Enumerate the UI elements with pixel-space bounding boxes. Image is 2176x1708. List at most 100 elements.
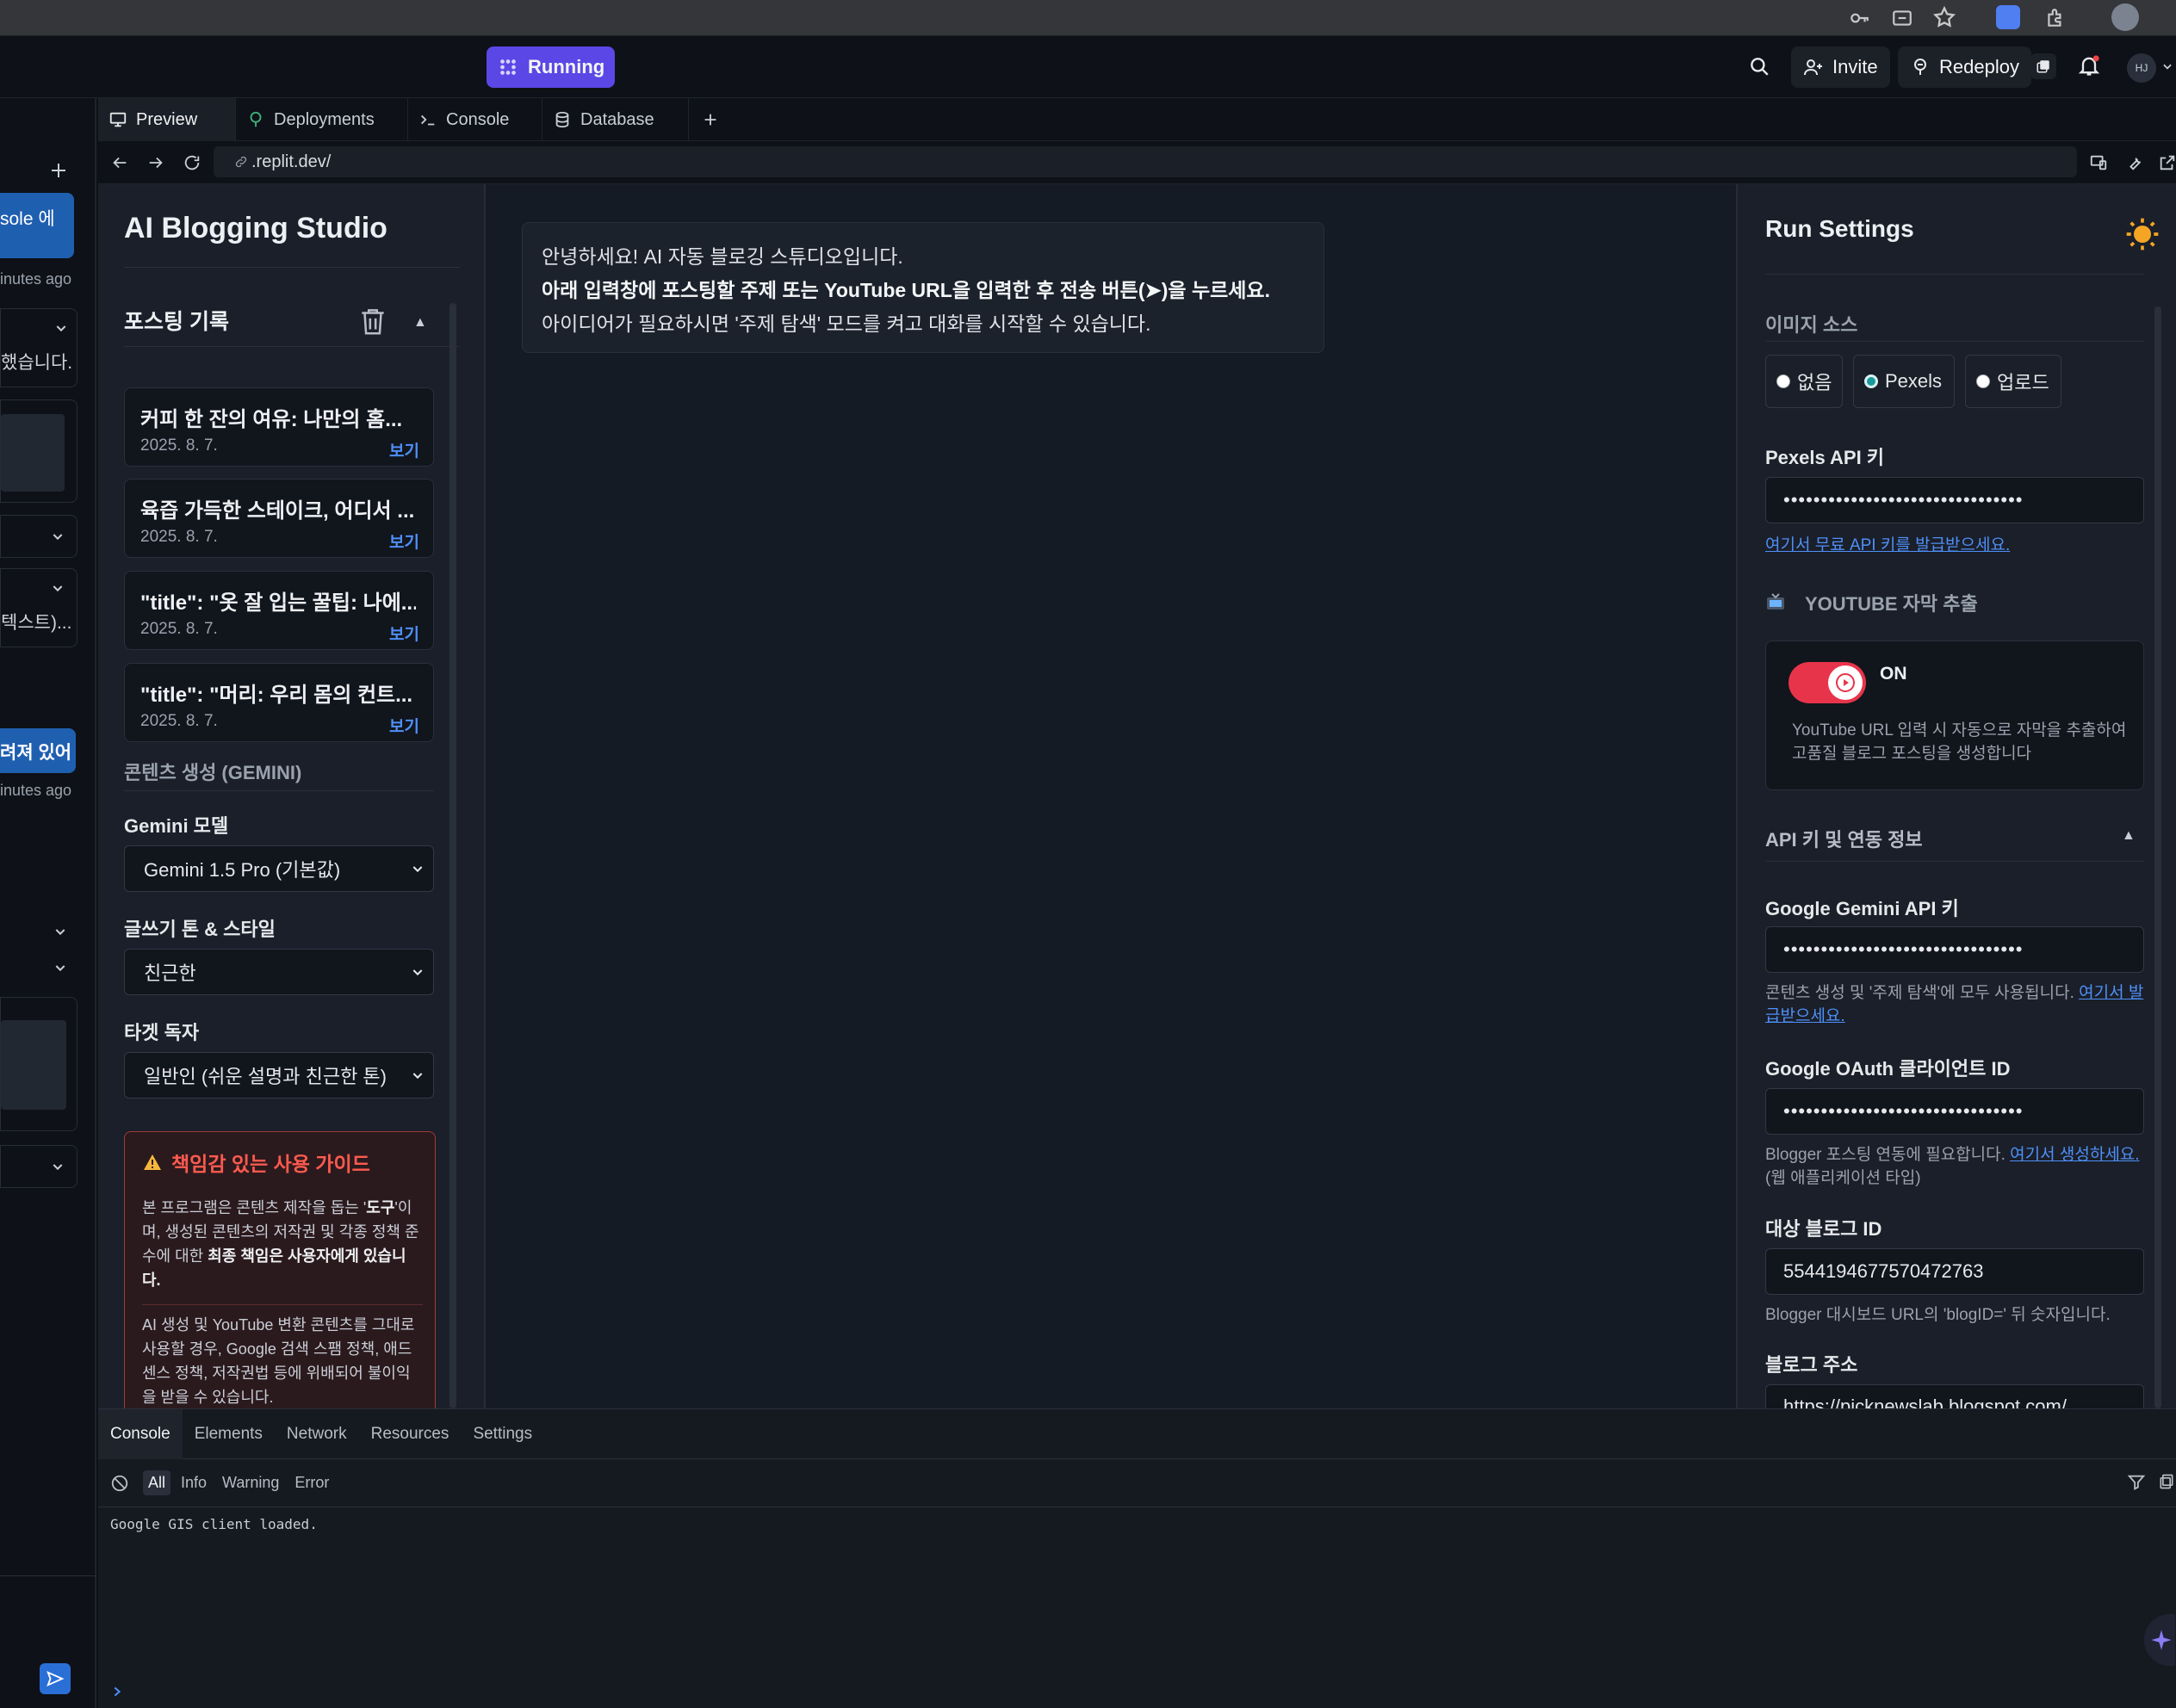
history-item[interactable]: "title": "머리: 우리 몸의 컨트... 2025. 8. 7. 보기 bbox=[124, 663, 434, 742]
url-text: .replit.dev/ bbox=[251, 152, 332, 171]
collapse-triangle-icon[interactable]: ▲ bbox=[413, 315, 427, 331]
preview-address-bar: .replit.dev/ bbox=[98, 141, 2176, 184]
devtools-tab-console[interactable]: Console bbox=[98, 1409, 183, 1459]
run-status-badge[interactable]: Running bbox=[487, 46, 616, 88]
screenshot-card[interactable] bbox=[0, 399, 77, 503]
chevron-down-icon[interactable] bbox=[51, 581, 65, 595]
search-icon[interactable] bbox=[1748, 55, 1770, 77]
back-arrow-icon[interactable] bbox=[110, 153, 129, 172]
tab-preview[interactable]: Preview bbox=[98, 98, 236, 141]
console-prompt-icon[interactable] bbox=[110, 1685, 124, 1699]
history-item[interactable]: 커피 한 잔의 여유: 나만의 홈... 2025. 8. 7. 보기 bbox=[124, 387, 434, 467]
history-item-title: 커피 한 잔의 여유: 나만의 홈... bbox=[140, 408, 403, 431]
chevron-down-icon[interactable] bbox=[53, 961, 67, 975]
add-tab-icon[interactable] bbox=[701, 110, 720, 129]
devtools-tab-elements[interactable]: Elements bbox=[183, 1409, 275, 1459]
radio-upload[interactable]: 업로드 bbox=[1965, 355, 2061, 408]
youtube-toggle[interactable] bbox=[1789, 662, 1866, 703]
chat-input[interactable] bbox=[0, 1575, 95, 1662]
view-link[interactable]: 보기 bbox=[389, 622, 419, 645]
wrench-icon[interactable] bbox=[2125, 153, 2144, 172]
user-avatar[interactable]: HJ bbox=[2127, 53, 2156, 83]
collapsed-step[interactable] bbox=[0, 515, 77, 558]
oauth-input[interactable]: •••••••••••••••••••••••••••••••• bbox=[1765, 1088, 2144, 1135]
gemini-key-input[interactable]: •••••••••••••••••••••••••••••••• bbox=[1765, 926, 2144, 973]
copy-icon[interactable] bbox=[2030, 53, 2056, 79]
deploy-icon bbox=[246, 110, 265, 129]
link-text[interactable]: 여기서 무료 API 키를 발급받으세요. bbox=[1765, 536, 2010, 554]
invite-label: Invite bbox=[1832, 56, 1878, 77]
clear-console-icon[interactable] bbox=[110, 1474, 129, 1493]
star-icon[interactable] bbox=[1932, 5, 1956, 29]
chevron-down-icon bbox=[411, 862, 425, 876]
trash-icon[interactable] bbox=[356, 305, 389, 337]
bell-icon[interactable] bbox=[2077, 53, 2101, 77]
view-link[interactable]: 보기 bbox=[389, 438, 419, 461]
chevron-down-icon bbox=[411, 1068, 425, 1082]
chevron-down-icon[interactable] bbox=[53, 925, 67, 938]
filter-all[interactable]: All bbox=[143, 1470, 171, 1495]
devtools-panel: Console Elements Network Resources Setti… bbox=[98, 1408, 2176, 1708]
history-item[interactable]: "title": "옷 잘 입는 꿀팁: 나에... 2025. 8. 7. 보… bbox=[124, 571, 434, 650]
blog-id-input[interactable]: 5544194677570472763 bbox=[1765, 1248, 2144, 1295]
send-button[interactable] bbox=[40, 1663, 71, 1694]
filter-error[interactable]: Error bbox=[289, 1470, 334, 1495]
collapsed-step[interactable] bbox=[0, 1145, 77, 1188]
filter-icon[interactable] bbox=[2127, 1473, 2146, 1492]
blog-url-input[interactable]: https://picknewslab.blogspot.com/ bbox=[1765, 1384, 2144, 1408]
tab-deployments[interactable]: Deployments bbox=[236, 98, 408, 141]
radio-none[interactable]: 없음 bbox=[1765, 355, 1843, 408]
collapse-triangle-icon[interactable]: ▲ bbox=[2122, 828, 2136, 844]
sun-icon[interactable] bbox=[2125, 217, 2160, 251]
generation-section-title: 콘텐츠 생성 (GEMINI) bbox=[124, 762, 302, 783]
pane-tabs: Preview Deployments Console Database bbox=[98, 98, 2176, 141]
filter-warning[interactable]: Warning bbox=[217, 1470, 284, 1495]
devtools-tab-resources[interactable]: Resources bbox=[359, 1409, 462, 1459]
pexels-key-input[interactable]: •••••••••••••••••••••••••••••••• bbox=[1765, 477, 2144, 523]
oauth-link[interactable]: 여기서 생성하세요. bbox=[2010, 1146, 2139, 1164]
assistant-sparkle-icon[interactable] bbox=[2144, 1614, 2175, 1666]
history-title: 포스팅 기록 bbox=[124, 310, 229, 334]
view-link[interactable]: 보기 bbox=[389, 529, 419, 553]
view-link[interactable]: 보기 bbox=[389, 714, 419, 737]
puzzle-icon[interactable] bbox=[2044, 7, 2067, 29]
url-input[interactable]: .replit.dev/ bbox=[214, 146, 2077, 177]
profile-avatar[interactable] bbox=[2111, 3, 2139, 31]
invite-button[interactable]: Invite bbox=[1791, 46, 1890, 88]
usage-guide-box: 책임감 있는 사용 가이드 본 프로그램은 콘텐츠 제작을 돕는 '도구'이며,… bbox=[124, 1131, 436, 1408]
tv-icon bbox=[1765, 592, 1786, 613]
devtools-tab-network[interactable]: Network bbox=[275, 1409, 359, 1459]
console-log-line: Google GIS client loaded. bbox=[110, 1516, 318, 1532]
external-link-icon[interactable] bbox=[2158, 153, 2176, 172]
image-source-label: 이미지 소스 bbox=[1765, 314, 1858, 336]
history-item[interactable]: 육즙 가득한 스테이크, 어디서 ... 2025. 8. 7. 보기 bbox=[124, 479, 434, 558]
tab-console[interactable]: Console bbox=[408, 98, 542, 141]
chevron-down-icon[interactable] bbox=[2161, 60, 2173, 72]
chevron-down-icon bbox=[411, 965, 425, 979]
screenshot-thumbnail bbox=[1, 1020, 66, 1110]
plus-icon[interactable] bbox=[48, 160, 69, 181]
pexels-key-link[interactable]: 여기서 무료 API 키를 발급받으세요. bbox=[1765, 532, 2010, 555]
devices-icon[interactable] bbox=[2089, 153, 2108, 172]
reload-icon[interactable] bbox=[183, 153, 201, 172]
target-select[interactable]: 일반인 (쉬운 설명과 친근한 톤) bbox=[124, 1052, 434, 1098]
extension-icon[interactable] bbox=[1996, 5, 2020, 29]
sidebar-scrollbar[interactable] bbox=[449, 303, 456, 1408]
divider bbox=[1765, 274, 2144, 275]
filter-info[interactable]: Info bbox=[176, 1470, 212, 1495]
chevron-down-icon[interactable] bbox=[54, 321, 68, 335]
screenshot-card[interactable] bbox=[0, 997, 77, 1131]
copy-icon[interactable] bbox=[2158, 1473, 2175, 1490]
cast-icon[interactable] bbox=[1891, 7, 1913, 29]
tone-select[interactable]: 친근한 bbox=[124, 949, 434, 995]
model-select[interactable]: Gemini 1.5 Pro (기본값) bbox=[124, 845, 434, 892]
guide-title: 책임감 있는 사용 가이드 bbox=[171, 1153, 370, 1175]
settings-scrollbar[interactable] bbox=[2154, 306, 2161, 1408]
radio-pexels[interactable]: Pexels bbox=[1853, 355, 1955, 408]
redeploy-button[interactable]: Redeploy bbox=[1898, 46, 2031, 88]
devtools-tab-settings[interactable]: Settings bbox=[461, 1409, 544, 1459]
key-icon[interactable] bbox=[1848, 7, 1870, 29]
link-icon bbox=[234, 155, 248, 169]
forward-arrow-icon[interactable] bbox=[146, 153, 165, 172]
tab-database[interactable]: Database bbox=[542, 98, 689, 141]
